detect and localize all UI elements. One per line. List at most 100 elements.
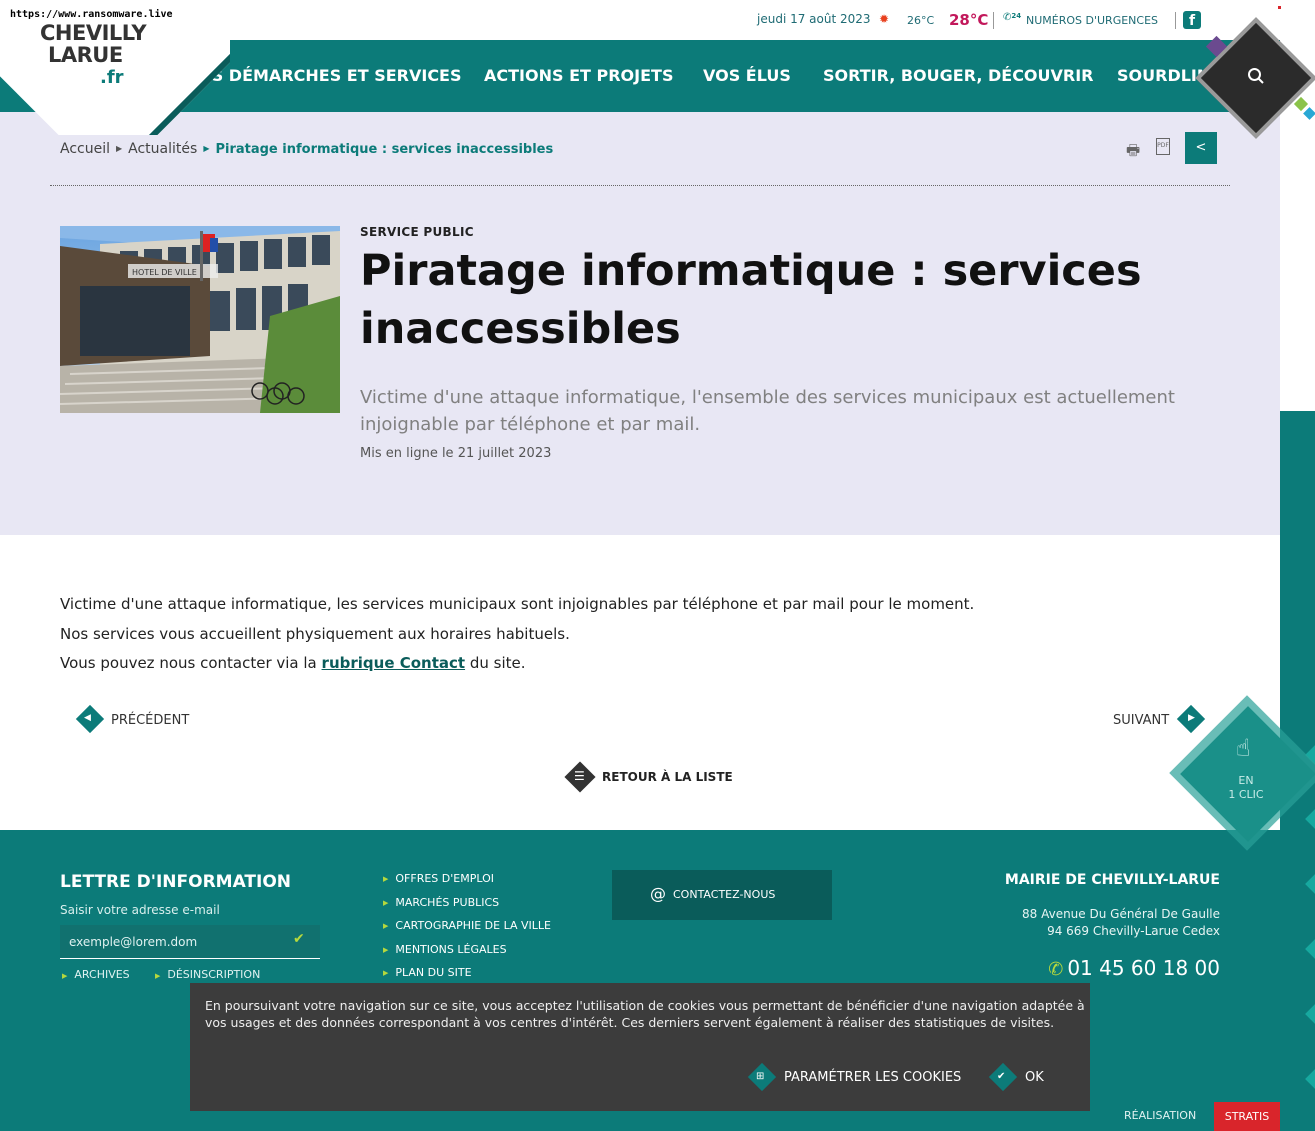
cookie-ok-label[interactable]: OK: [1025, 1070, 1044, 1085]
triangle-icon: ▶: [383, 922, 389, 930]
arrow-right-icon[interactable]: ▶: [1188, 713, 1195, 723]
stratis-link[interactable]: STRATIS: [1214, 1102, 1280, 1131]
decor-dot: [1278, 6, 1281, 9]
url-overlay: https://www.ransomware.live: [0, 0, 183, 22]
breadcrumb-separator-icon: ▶: [116, 144, 123, 153]
logo-line1: CHEVILLY: [40, 21, 147, 45]
nav-item-sortir[interactable]: SORTIR, BOUGER, DÉCOUVRIR: [823, 66, 1094, 85]
triangle-icon: ▶: [62, 972, 68, 980]
decor-diamond: [1305, 1069, 1315, 1089]
triangle-icon: ▶: [155, 972, 161, 980]
breadcrumb-current: Piratage informatique : services inacces…: [215, 142, 554, 157]
divider: [50, 185, 1230, 186]
cookie-banner: En poursuivant votre navigation sur ce s…: [190, 983, 1090, 1111]
realisation-label: RÉALISATION: [1124, 1109, 1197, 1122]
footer-link-jobs[interactable]: ▶ OFFRES D'EMPLOI: [383, 872, 551, 896]
plus-icon[interactable]: ⊞: [756, 1071, 764, 1082]
mairie-address: 88 Avenue Du Général De Gaulle 94 669 Ch…: [1022, 906, 1220, 940]
quick-access-label[interactable]: EN 1 CLIC: [1226, 774, 1266, 802]
footer-link-label: CARTOGRAPHIE DE LA VILLE: [395, 919, 551, 932]
divider: [1175, 12, 1176, 29]
divider: [993, 12, 994, 29]
archives-label: ARCHIVES: [74, 968, 130, 981]
quick-access-line1: EN: [1238, 774, 1254, 787]
temperature-max: 28°C: [949, 11, 989, 29]
mairie-title: MAIRIE DE CHEVILLY-LARUE: [1004, 872, 1220, 888]
logo-line2: LARUE: [48, 43, 123, 67]
footer-link-map[interactable]: ▶ CARTOGRAPHIE DE LA VILLE: [383, 919, 551, 943]
cookie-settings-label[interactable]: PARAMÉTRER LES COOKIES: [784, 1070, 961, 1085]
decor-diamond: [1305, 1004, 1315, 1024]
share-button[interactable]: <: [1185, 132, 1217, 164]
decor-diamond: [1305, 809, 1315, 829]
back-to-list-label[interactable]: RETOUR À LA LISTE: [602, 770, 733, 784]
paragraph-text: du site.: [469, 654, 526, 672]
decor-diamond: [1303, 107, 1315, 120]
footer-link-markets[interactable]: ▶ MARCHÉS PUBLICS: [383, 896, 551, 920]
footer-link-label: MARCHÉS PUBLICS: [395, 895, 500, 909]
temperature-min: 26°C: [907, 14, 935, 27]
phone-number: 01 45 60 18 00: [1067, 956, 1220, 980]
breadcrumb-actualites[interactable]: Actualités: [128, 141, 197, 157]
arrow-left-icon[interactable]: ◀: [84, 713, 91, 723]
contact-button[interactable]: @ CONTACTEZ-NOUS: [612, 870, 832, 920]
footer-links: ▶ OFFRES D'EMPLOI ▶ MARCHÉS PUBLICS ▶ CARTO…: [383, 872, 551, 990]
decor-diamond: [1305, 874, 1315, 894]
nav-item-elus[interactable]: VOS ÉLUS: [703, 66, 791, 85]
next-label[interactable]: SUIVANT: [1113, 713, 1169, 728]
footer-link-label: OFFRES D'EMPLOI: [395, 872, 494, 885]
phone-24-icon[interactable]: ✆24: [1003, 12, 1021, 23]
article-paragraph: Victime d'une attaque informatique, les …: [60, 595, 975, 613]
breadcrumb-home[interactable]: Accueil: [60, 141, 110, 157]
phone-icon: ✆: [1048, 959, 1064, 980]
triangle-icon: ▶: [383, 969, 389, 977]
emergency-numbers-link[interactable]: NUMÉROS D'URGENCES: [1026, 14, 1158, 27]
previous-label[interactable]: PRÉCÉDENT: [111, 713, 189, 728]
footer-link-label: MENTIONS LÉGALES: [395, 942, 507, 956]
footer-link-legal[interactable]: ▶ MENTIONS LÉGALES: [383, 943, 551, 967]
at-icon: @: [650, 884, 666, 903]
image-building-text: HOTEL DE VILLE: [132, 268, 197, 277]
contact-link[interactable]: rubrique Contact: [322, 654, 466, 672]
pdf-icon[interactable]: PDF: [1156, 138, 1170, 155]
search-icon[interactable]: [1247, 67, 1265, 90]
article-lead: Victime d'une attaque informatique, l'en…: [360, 387, 1175, 435]
breadcrumb: Accueil ▶ Actualités ▶ Piratage informatique…: [60, 141, 553, 157]
mairie-phone[interactable]: ✆ 01 45 60 18 00: [1048, 956, 1220, 980]
publication-date: Mis en ligne le 21 juillet 2023: [360, 446, 552, 461]
newsletter-title: LETTRE D'INFORMATION: [60, 872, 292, 892]
newsletter-label: Saisir votre adresse e-mail: [60, 903, 220, 917]
triangle-icon: ▶: [383, 898, 389, 907]
list-icon[interactable]: ☰: [574, 769, 585, 783]
print-icon[interactable]: 🖶: [1126, 140, 1140, 165]
newsletter-email-input[interactable]: [60, 925, 320, 959]
logo-suffix: .fr: [100, 67, 124, 88]
address-line1: 88 Avenue Du Général De Gaulle: [1022, 907, 1220, 921]
paragraph-text: Vous pouvez nous contacter via la: [60, 654, 317, 672]
triangle-icon: ▶: [383, 945, 389, 954]
unsubscribe-label: DÉSINSCRIPTION: [167, 968, 261, 981]
contact-button-label: CONTACTEZ-NOUS: [673, 888, 776, 901]
article-image: HOTEL DE VILLE: [60, 226, 340, 413]
check-icon[interactable]: ✔: [997, 1071, 1005, 1082]
logo-text[interactable]: CHEVILLY LARUE: [40, 21, 147, 67]
footer-link-label: PLAN DU SITE: [395, 966, 472, 979]
hand-pointer-icon[interactable]: ☝: [1236, 734, 1251, 762]
newsletter-unsubscribe-link[interactable]: ▶ DÉSINSCRIPTION: [155, 968, 260, 981]
current-date: jeudi 17 août 2023: [757, 12, 871, 26]
triangle-icon: ▶: [383, 875, 389, 883]
sun-icon: ✹: [879, 12, 890, 26]
quick-access-line2: 1 CLIC: [1228, 788, 1264, 801]
page-title: Piratage informatique : services inacces…: [360, 246, 1142, 354]
facebook-icon[interactable]: f: [1183, 11, 1201, 29]
article-paragraph: Vous pouvez nous contacter via la rubriq…: [60, 654, 526, 672]
breadcrumb-separator-icon: ▶: [203, 144, 210, 153]
decor-diamond: [1305, 939, 1315, 959]
article-paragraph: Nos services vous accueillent physiqueme…: [60, 625, 570, 643]
article-category: SERVICE PUBLIC: [360, 225, 474, 239]
cookie-text: En poursuivant votre navigation sur ce s…: [205, 998, 1085, 1030]
checkmark-icon[interactable]: ✔: [293, 931, 305, 947]
nav-item-actions[interactable]: ACTIONS ET PROJETS: [484, 66, 673, 85]
article-header: Accueil ▶ Actualités ▶ Piratage informatique…: [0, 112, 1280, 535]
newsletter-archives-link[interactable]: ▶ ARCHIVES: [62, 968, 130, 981]
